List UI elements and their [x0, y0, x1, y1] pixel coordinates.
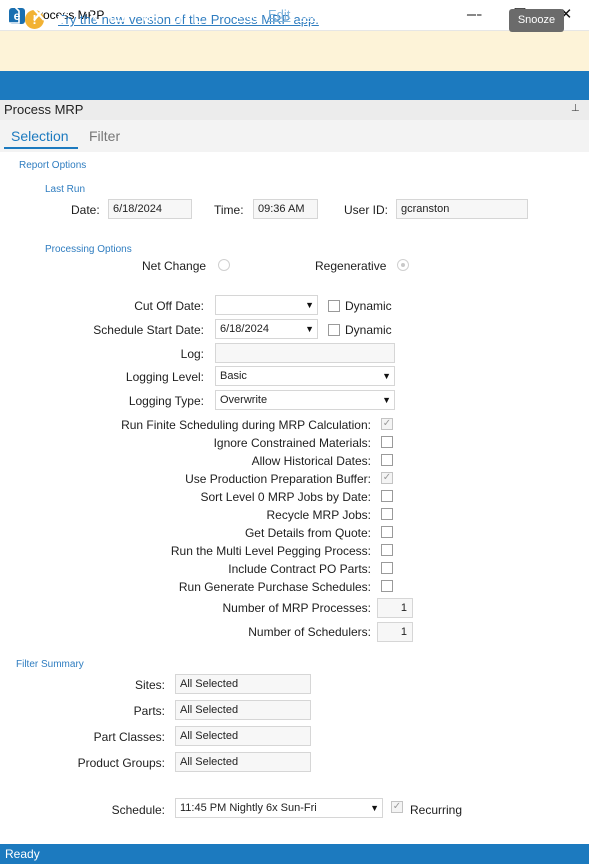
last-run-date-label: Date:: [71, 203, 100, 217]
product-groups-field: All Selected: [175, 752, 311, 772]
menu-actions[interactable]: Actions: [338, 7, 381, 22]
cut-icon[interactable]: [142, 6, 160, 24]
multi-level-pegging-label: Run the Multi Level Pegging Process:: [170, 544, 371, 558]
menu-edit: Edit: [268, 7, 291, 22]
production-buffer-label: Use Production Preparation Buffer:: [185, 472, 371, 486]
panel-header: [0, 100, 589, 120]
print-icon[interactable]: [109, 6, 127, 24]
schedulers-label: Number of Schedulers:: [248, 625, 371, 639]
regenerative-radio[interactable]: [397, 259, 409, 271]
chevron-down-icon[interactable]: ▼: [382, 367, 391, 385]
product-groups-label: Product Groups:: [77, 756, 165, 770]
refresh-icon[interactable]: [83, 6, 101, 24]
logging-type-label: Logging Type:: [128, 394, 204, 408]
tab-filter[interactable]: Filter: [89, 128, 120, 144]
log-label: Log:: [180, 347, 204, 361]
purchase-schedules-checkbox[interactable]: [381, 580, 393, 592]
toolbar: [0, 71, 589, 100]
clear-icon[interactable]: [56, 6, 74, 25]
production-buffer-checkbox: ✓: [381, 472, 393, 484]
report-options-heading: Report Options: [19, 160, 87, 171]
mrp-processes-label: Number of MRP Processes:: [222, 601, 372, 615]
cut-off-date-field[interactable]: ▼: [215, 295, 318, 315]
user-id-field: gcranston: [396, 199, 528, 219]
snooze-button[interactable]: Snooze: [509, 9, 564, 32]
menu-tools[interactable]: Tools: [298, 7, 328, 22]
ignore-constrained-checkbox[interactable]: [381, 436, 393, 448]
net-change-radio[interactable]: [218, 259, 230, 271]
schedule-label: Schedule:: [111, 803, 165, 817]
last-run-time-label: Time:: [214, 203, 244, 217]
back-icon[interactable]: ←: [424, 6, 441, 23]
paste-icon[interactable]: [192, 6, 210, 24]
recycle-jobs-checkbox[interactable]: [381, 508, 393, 520]
sort-level0-label: Sort Level 0 MRP Jobs by Date:: [200, 490, 371, 504]
forward-icon[interactable]: →: [450, 6, 467, 23]
mrp-processes-field[interactable]: 1: [377, 598, 413, 618]
delete-icon[interactable]: [30, 6, 48, 24]
recycle-jobs-label: Recycle MRP Jobs:: [266, 508, 371, 522]
allow-historical-checkbox[interactable]: [381, 454, 393, 466]
net-change-label: Net Change: [142, 259, 207, 273]
sort-level0-checkbox[interactable]: [381, 490, 393, 502]
copy-icon[interactable]: [167, 6, 185, 24]
purchase-schedules-label: Run Generate Purchase Schedules:: [178, 580, 371, 594]
schedule-start-date-value: 6/18/2024: [220, 323, 269, 335]
logging-level-select[interactable]: Basic ▼: [215, 366, 395, 386]
active-tab-indicator: [4, 147, 78, 149]
logging-level-label: Logging Level:: [125, 370, 204, 384]
ignore-constrained-label: Ignore Constrained Materials:: [213, 436, 371, 450]
tab-selection[interactable]: Selection: [11, 128, 69, 144]
contract-po-parts-checkbox[interactable]: [381, 562, 393, 574]
contract-po-parts-label: Include Contract PO Parts:: [228, 562, 371, 576]
panel-title: Process MRP: [4, 102, 84, 117]
chevron-down-icon[interactable]: ▼: [305, 320, 314, 338]
details-from-quote-label: Get Details from Quote:: [244, 526, 371, 540]
allow-historical-label: Allow Historical Dates:: [251, 454, 371, 468]
parts-label: Parts:: [133, 704, 165, 718]
last-run-heading: Last Run: [45, 184, 86, 195]
recurring-checkbox: ✓: [391, 801, 403, 813]
schedule-select[interactable]: 11:45 PM Nightly 6x Sun-Fri ▼: [175, 798, 383, 818]
last-run-time-field: 09:36 AM: [253, 199, 318, 219]
finite-scheduling-label: Run Finite Scheduling during MRP Calcula…: [121, 418, 371, 432]
chevron-down-icon[interactable]: ▼: [370, 799, 379, 817]
last-run-date-field: 6/18/2024: [108, 199, 192, 219]
recurring-label: Recurring: [410, 803, 463, 817]
cut-off-date-label: Cut Off Date:: [134, 299, 204, 313]
schedule-value: 11:45 PM Nightly 6x Sun-Fri: [180, 802, 317, 814]
part-classes-label: Part Classes:: [93, 730, 165, 744]
filter-summary-heading: Filter Summary: [16, 659, 84, 670]
details-from-quote-checkbox[interactable]: [381, 526, 393, 538]
schedule-start-dynamic-checkbox[interactable]: [328, 324, 340, 336]
schedule-start-date-field[interactable]: 6/18/2024 ▼: [215, 319, 318, 339]
parts-field: All Selected: [175, 700, 311, 720]
sites-field: All Selected: [175, 674, 311, 694]
home-icon[interactable]: ⌂: [476, 6, 493, 23]
logging-type-select[interactable]: Overwrite ▼: [215, 390, 395, 410]
chevron-down-icon[interactable]: ▼: [382, 391, 391, 409]
menu-help[interactable]: Help: [388, 7, 415, 22]
logging-type-value: Overwrite: [220, 394, 268, 406]
processing-options-heading: Processing Options: [45, 244, 132, 255]
status-bar: Ready: [0, 844, 589, 864]
user-id-label: User ID:: [344, 203, 389, 217]
cut-off-dynamic-checkbox[interactable]: [328, 300, 340, 312]
schedulers-field[interactable]: 1: [377, 622, 413, 642]
finite-scheduling-checkbox: ✓: [381, 418, 393, 430]
schedule-start-date-label: Schedule Start Date:: [93, 323, 204, 337]
log-field[interactable]: [215, 343, 395, 363]
schedule-start-dynamic-label: Dynamic: [345, 323, 392, 337]
chevron-down-icon[interactable]: ▼: [305, 296, 314, 314]
sites-label: Sites:: [134, 678, 165, 692]
regenerative-label: Regenerative: [315, 259, 387, 273]
menu-file[interactable]: File: [238, 7, 259, 22]
part-classes-field: All Selected: [175, 726, 311, 746]
new-icon[interactable]: [4, 6, 22, 24]
new-version-banner: [0, 31, 589, 71]
multi-level-pegging-checkbox[interactable]: [381, 544, 393, 556]
pin-icon[interactable]: ⊥: [571, 103, 580, 114]
logging-level-value: Basic: [220, 370, 247, 382]
cut-off-dynamic-label: Dynamic: [345, 299, 392, 313]
